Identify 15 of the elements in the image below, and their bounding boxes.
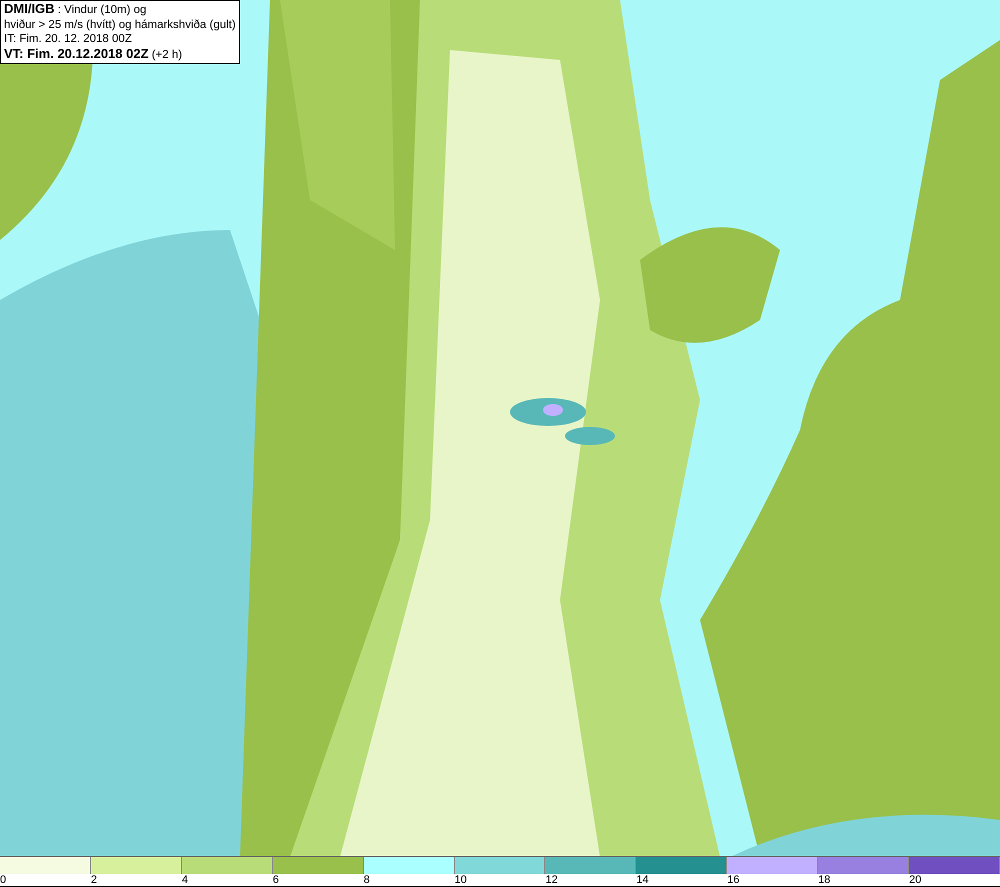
scale-tick-label: 16 xyxy=(727,874,740,886)
scale-tick-label: 0 xyxy=(0,874,6,886)
header-line: hviður > 25 m/s (hvítt) og hámarkshviða (gult) xyxy=(4,18,236,32)
scale-tick-label: 8 xyxy=(364,874,370,886)
header-line: DMI/IGB : Vindur (10m) og xyxy=(4,2,148,18)
scale-tick-label: 12 xyxy=(545,874,558,886)
scale-tick-label: 14 xyxy=(636,874,649,886)
header-line: IT: Fim. 20. 12. 2018 00Z xyxy=(4,32,133,46)
scale-tick-label: 10 xyxy=(454,874,467,886)
header-line: VT: Fim. 20.12.2018 02Z (+2 h) xyxy=(4,46,184,62)
scale-tick-label: 18 xyxy=(818,874,830,886)
scale-tick-label: 2 xyxy=(90,874,98,886)
scale-tick-label: 4 xyxy=(182,874,188,886)
scale-tick-label: 20 xyxy=(909,874,922,886)
scale-tick-label: 6 xyxy=(272,874,279,886)
